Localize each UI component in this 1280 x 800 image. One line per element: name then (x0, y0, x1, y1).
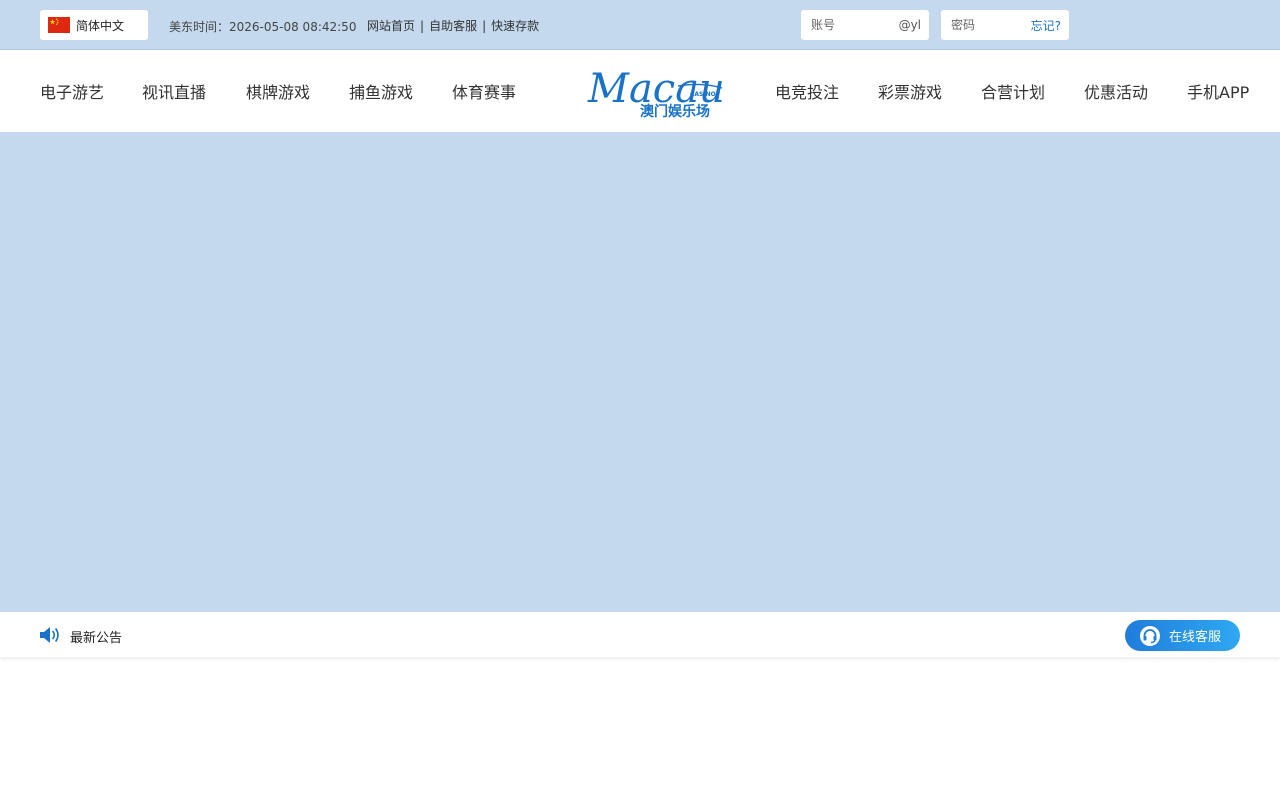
account-input[interactable] (811, 18, 881, 32)
top-links: 网站首页 | 自助客服 | 快速存款 (367, 17, 539, 34)
nav-card-games[interactable]: 棋牌游戏 (246, 79, 310, 103)
nav-sports[interactable]: 体育赛事 (452, 79, 516, 103)
top-bar: 简体中文 美东时间：2026-05-08 08:42:50 网站首页 | 自助客… (0, 0, 1280, 50)
self-service-link[interactable]: 自助客服 (429, 17, 477, 34)
nav-affiliate[interactable]: 合营计划 (981, 79, 1045, 103)
link-separator: | (420, 18, 425, 33)
language-label: 简体中文 (76, 18, 125, 33)
nav-live-video[interactable]: 视讯直播 (142, 79, 206, 103)
macau-casino-logo[interactable]: Macau CASINO 澳门娱乐场 (582, 62, 726, 122)
logo-name-text: 澳门娱乐场 (640, 103, 710, 120)
forgot-password-link[interactable]: 忘记? (1031, 17, 1061, 34)
nav-promotions[interactable]: 优惠活动 (1084, 79, 1148, 103)
nav-fishing-games[interactable]: 捕鱼游戏 (349, 79, 413, 103)
home-link[interactable]: 网站首页 (367, 17, 415, 34)
online-support-button[interactable]: 在线客服 (1125, 620, 1240, 651)
china-flag-icon (48, 17, 70, 33)
notice-label[interactable]: 最新公告 (70, 627, 122, 646)
online-support-label: 在线客服 (1169, 630, 1222, 645)
account-field[interactable]: @yl (801, 10, 929, 40)
logo-tag-text: CASINO (690, 91, 716, 98)
hero-banner (0, 132, 1280, 612)
password-field[interactable]: 忘记? (941, 10, 1069, 40)
language-selector[interactable]: 简体中文 (40, 10, 148, 40)
account-suffix: @yl (898, 18, 921, 32)
headset-icon (1140, 625, 1160, 646)
us-east-clock: 美东时间：2026-05-08 08:42:50 (169, 20, 357, 34)
nav-esports[interactable]: 电竞投注 (775, 79, 839, 103)
nav-lottery[interactable]: 彩票游戏 (878, 79, 942, 103)
password-input[interactable] (951, 18, 1021, 32)
main-nav: 电子游艺 视讯直播 棋牌游戏 捕鱼游戏 体育赛事 Macau CASINO 澳门… (0, 50, 1280, 132)
notice-bar: 最新公告 在线客服 (0, 612, 1280, 658)
link-separator: | (482, 18, 487, 33)
nav-mobile-app[interactable]: 手机APP (1187, 79, 1249, 103)
speaker-icon (40, 627, 59, 643)
nav-electronic-games[interactable]: 电子游艺 (40, 79, 104, 103)
quick-deposit-link[interactable]: 快速存款 (491, 17, 539, 34)
